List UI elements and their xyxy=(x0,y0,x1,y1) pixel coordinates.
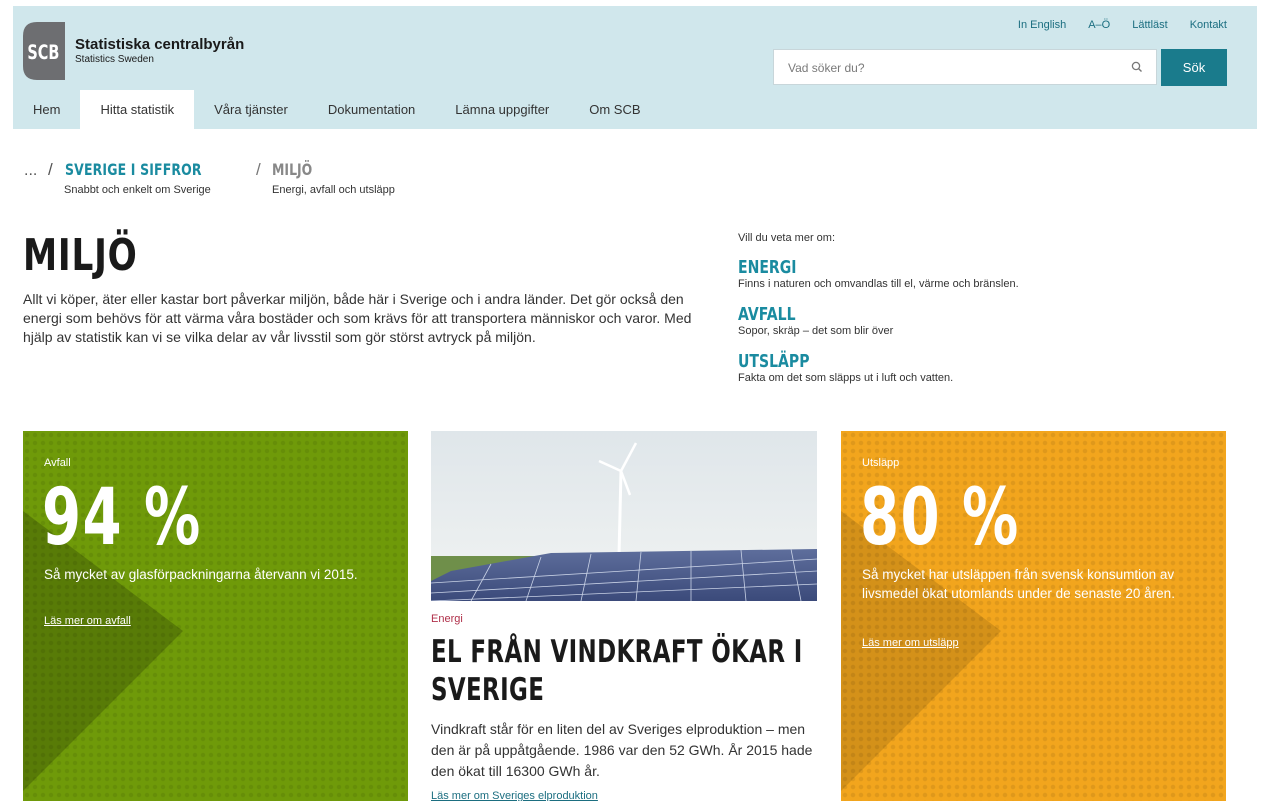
wind-solar-photo xyxy=(431,431,817,601)
related-item-avfall: AVFALL Sopor, skräp – det som blir över xyxy=(738,305,1238,338)
search-button[interactable]: Sök xyxy=(1161,49,1227,86)
related-link-energi[interactable]: ENERGI xyxy=(738,258,1128,278)
nav-item-hitta-statistik[interactable]: Hitta statistik xyxy=(80,90,195,129)
breadcrumb-subtitle: Energi, avfall och utsläpp xyxy=(272,184,395,196)
related-link-utslapp[interactable]: UTSLÄPP xyxy=(738,352,1128,372)
site-header: SCB Statistiska centralbyrån Statistics … xyxy=(13,6,1257,129)
breadcrumb-separator: / xyxy=(256,160,261,179)
search-input[interactable]: Vad söker du? xyxy=(773,49,1157,85)
related-item-utslapp: UTSLÄPP Fakta om det som släpps ut i luf… xyxy=(738,352,1238,385)
search-icon[interactable] xyxy=(1130,60,1144,74)
link-kontakt[interactable]: Kontakt xyxy=(1190,19,1227,31)
card-link-utslapp[interactable]: Läs mer om utsläpp xyxy=(862,637,959,649)
card-label: Energi xyxy=(431,613,463,625)
card-label: Avfall xyxy=(44,457,71,469)
link-a-o[interactable]: A–Ö xyxy=(1088,19,1110,31)
scb-logo[interactable]: SCB Statistiska centralbyrån Statistics … xyxy=(23,22,244,82)
scb-logo-mark: SCB xyxy=(23,22,65,80)
logo-name: Statistiska centralbyrån xyxy=(75,36,245,53)
card-text: Så mycket av glasförpackningarna återvan… xyxy=(44,567,358,582)
card-title[interactable]: EL FRÅN VINDKRAFT ÖKAR I SVERIGE xyxy=(431,633,816,709)
main-nav: Hem Hitta statistik Våra tjänster Dokume… xyxy=(13,90,661,129)
card-energi[interactable]: Energi EL FRÅN VINDKRAFT ÖKAR I SVERIGE … xyxy=(431,431,817,801)
link-in-english[interactable]: In English xyxy=(1018,19,1066,31)
page-title: MILJÖ xyxy=(23,230,138,281)
card-link-elproduktion[interactable]: Läs mer om Sveriges elproduktion xyxy=(431,790,598,801)
nav-item-hem[interactable]: Hem xyxy=(13,90,80,129)
breadcrumb-current-miljo: MILJÖ xyxy=(272,160,313,179)
related-desc: Sopor, skräp – det som blir över xyxy=(738,325,894,337)
nav-item-om-scb[interactable]: Om SCB xyxy=(569,90,660,129)
breadcrumb-ellipsis[interactable]: ... xyxy=(24,162,37,180)
top-links: In English A–Ö Lättläst Kontakt xyxy=(1018,19,1227,31)
breadcrumb-subtitle: Snabbt och enkelt om Sverige xyxy=(64,184,211,196)
nav-item-lamna-uppgifter[interactable]: Lämna uppgifter xyxy=(435,90,569,129)
card-text: Så mycket har utsläppen från svensk kons… xyxy=(862,567,1175,601)
logo-mark-text: SCB xyxy=(27,42,59,65)
card-utslapp[interactable]: Utsläpp 80 % Så mycket har utsläppen frå… xyxy=(841,431,1226,801)
card-big-number: 80 % xyxy=(860,473,1020,563)
related-topics: Vill du veta mer om: ENERGI Finns i natu… xyxy=(738,232,1238,385)
card-big-number: 94 % xyxy=(42,473,202,563)
search-placeholder: Vad söker du? xyxy=(788,61,865,75)
card-link-avfall[interactable]: Läs mer om avfall xyxy=(44,615,131,627)
related-link-avfall[interactable]: AVFALL xyxy=(738,305,1128,325)
related-desc: Fakta om det som släpps ut i luft och va… xyxy=(738,372,954,384)
related-item-energi: ENERGI Finns i naturen och omvandlas til… xyxy=(738,258,1238,291)
card-text: Vindkraft står för en liten del av Sveri… xyxy=(431,721,813,779)
card-avfall[interactable]: Avfall 94 % Så mycket av glasförpackning… xyxy=(23,431,408,801)
nav-item-dokumentation[interactable]: Dokumentation xyxy=(308,90,435,129)
related-desc: Finns i naturen och omvandlas till el, v… xyxy=(738,278,1019,290)
logo-subtitle: Statistics Sweden xyxy=(75,54,154,65)
related-question: Vill du veta mer om: xyxy=(738,232,836,244)
card-label: Utsläpp xyxy=(862,457,900,469)
link-lattlast[interactable]: Lättläst xyxy=(1132,19,1167,31)
intro-text: Allt vi köper, äter eller kastar bort på… xyxy=(23,291,692,345)
breadcrumb-separator: / xyxy=(48,160,53,179)
nav-item-vara-tjanster[interactable]: Våra tjänster xyxy=(194,90,308,129)
breadcrumb-sverige-i-siffror[interactable]: SVERIGE I SIFFROR xyxy=(65,160,202,179)
